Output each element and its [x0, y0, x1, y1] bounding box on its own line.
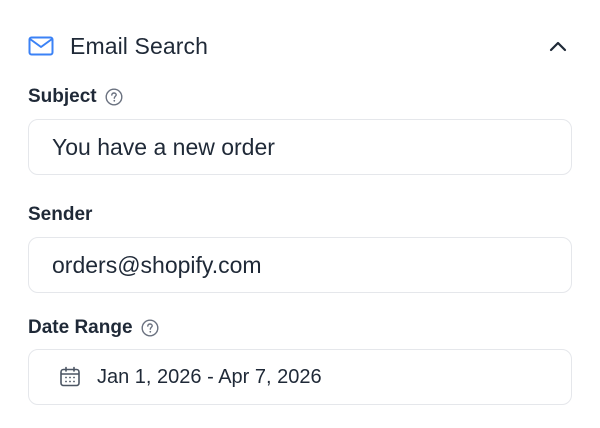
- date-range-picker[interactable]: Jan 1, 2026 - Apr 7, 2026: [28, 349, 572, 405]
- help-circle-icon[interactable]: [141, 319, 159, 337]
- sender-input[interactable]: [52, 251, 571, 279]
- subject-field[interactable]: [28, 119, 572, 175]
- mail-icon: [28, 35, 54, 57]
- chevron-up-icon[interactable]: [544, 32, 572, 60]
- date-range-value: Jan 1, 2026 - Apr 7, 2026: [97, 365, 322, 388]
- sender-label-row: Sender: [28, 204, 92, 226]
- sender-label: Sender: [28, 204, 93, 225]
- date-range-label: Date Range: [28, 317, 133, 338]
- sender-field[interactable]: [28, 237, 572, 293]
- section-title: Email Search: [70, 32, 208, 59]
- help-circle-icon[interactable]: [105, 88, 123, 106]
- calendar-icon: [59, 366, 81, 388]
- email-search-panel: Email Search Subject Sender Date Range: [0, 0, 600, 428]
- date-range-label-row: Date Range: [28, 317, 159, 339]
- subject-input[interactable]: [52, 133, 571, 161]
- subject-label-row: Subject: [28, 86, 123, 108]
- subject-label: Subject: [28, 86, 97, 107]
- section-header: Email Search: [28, 28, 572, 64]
